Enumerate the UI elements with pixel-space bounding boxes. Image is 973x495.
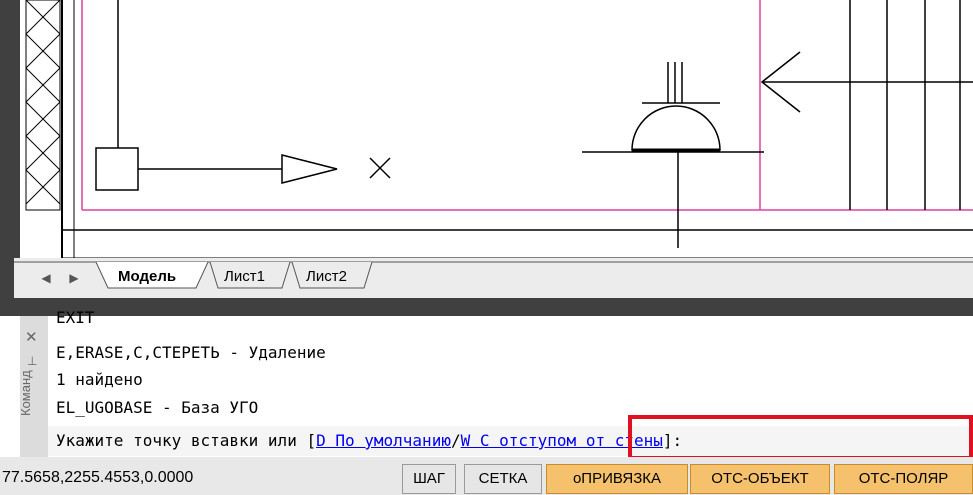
prompt-text: Укажите точку вставки или [ (56, 431, 317, 450)
drawing-svg[interactable] (0, 0, 973, 258)
pin-icon[interactable]: ⊥ (27, 354, 37, 368)
polar-toggle[interactable]: ОТС-ПОЛЯР (834, 464, 973, 494)
highlight-box (628, 415, 973, 460)
arrow-head (281, 154, 338, 184)
status-bar: 77.5658,2255.4553,0.0000 ШАГ СЕТКА оПРИВ… (0, 457, 973, 495)
tab-model[interactable]: Модель (118, 264, 176, 290)
history-line-found: 1 найдено (56, 370, 143, 389)
tab-sheet-2[interactable]: Лист2 (306, 264, 347, 290)
tab-scroll-right-icon[interactable]: ▶ (64, 268, 84, 288)
osnap-toggle[interactable]: оПРИВЯЗКА (546, 464, 688, 494)
grid-toggle[interactable]: СЕТКА (464, 464, 542, 494)
option-default-link[interactable]: D По умолчанию (316, 431, 451, 450)
drawing-canvas[interactable] (0, 0, 973, 258)
history-line-erase: E,ERASE,C,СТЕРЕТЬ - Удаление (56, 343, 326, 362)
history-line-ugobase: EL_UGOBASE - База УГО (56, 398, 259, 417)
option-separator: / (450, 431, 461, 450)
close-icon[interactable]: ✕ (25, 328, 38, 346)
tab-sheet-1[interactable]: Лист1 (224, 264, 265, 290)
lamp-dome (631, 105, 721, 151)
wall-hatch-outline (25, 0, 61, 211)
otrack-toggle[interactable]: ОТС-ОБЪЕКТ (690, 464, 830, 494)
command-prompt: Укажите точку вставки или [D По умолчани… (56, 431, 682, 450)
layout-tabbar: ◀ ▶ Модель Лист1 Лист2 (14, 258, 973, 298)
tab-scroll-left-icon[interactable]: ◀ (36, 268, 56, 288)
history-line-exit: EXIT (56, 308, 95, 327)
viewport-frame-left (0, 0, 20, 300)
device-box (95, 147, 139, 191)
snap-toggle[interactable]: ШАГ (402, 464, 456, 494)
command-window-title: Команд (18, 370, 33, 416)
coordinates-readout: 77.5658,2255.4553,0.0000 (2, 469, 194, 486)
panel-separator (0, 298, 973, 316)
